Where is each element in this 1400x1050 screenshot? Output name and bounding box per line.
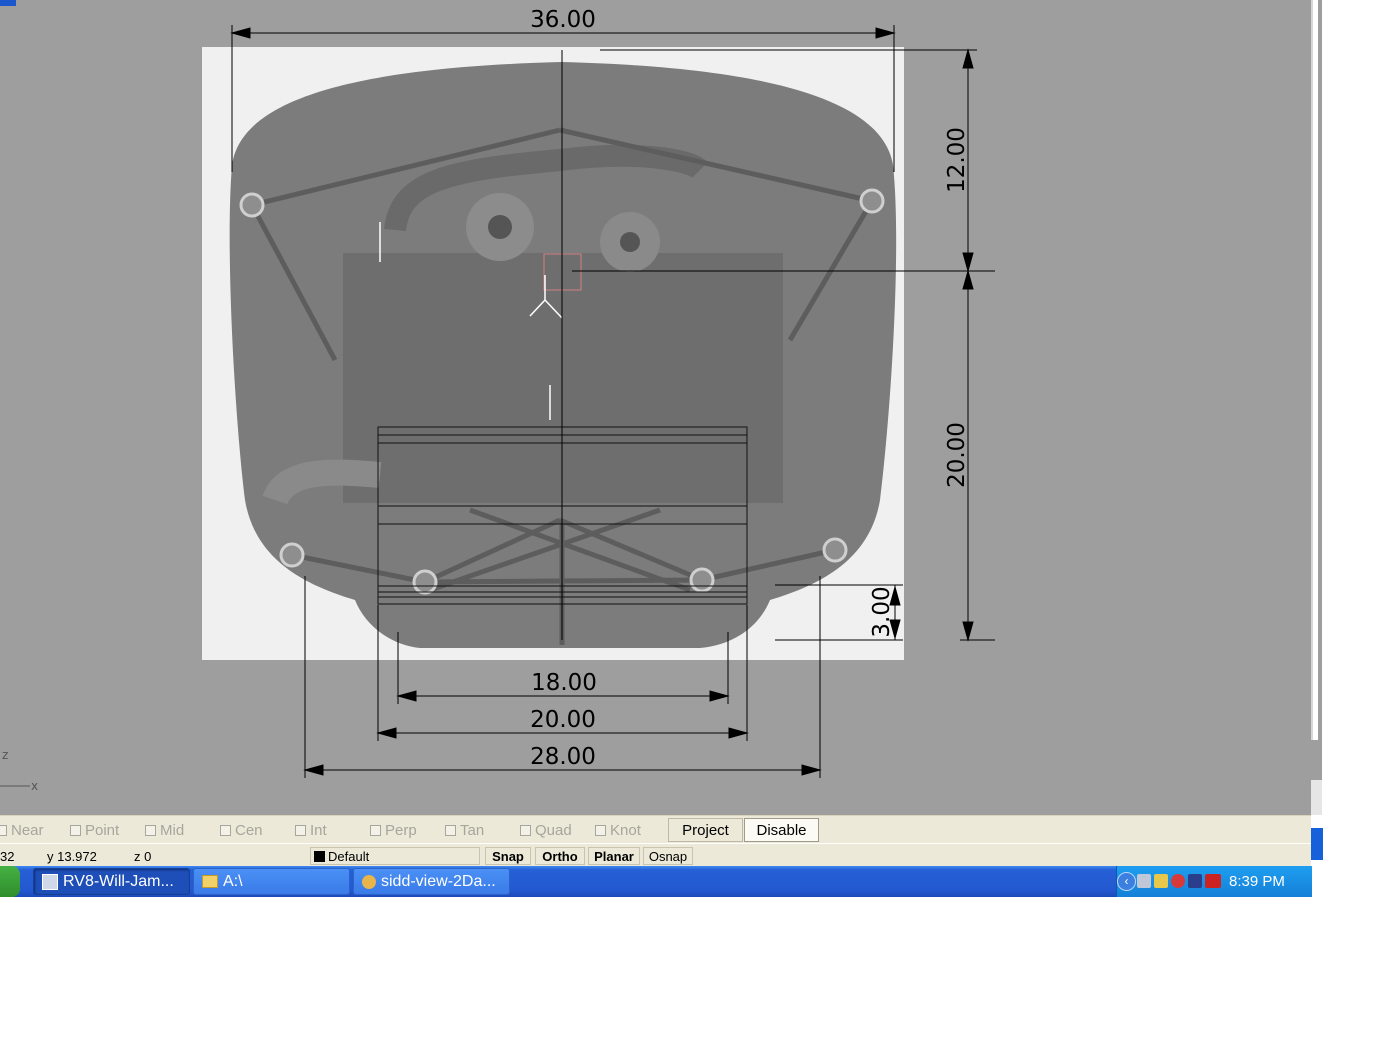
- checkbox-icon[interactable]: [0, 824, 7, 836]
- dim-text-middle: 20.00: [530, 707, 596, 733]
- dim-text-top: 36.00: [530, 7, 596, 33]
- image-viewer-icon: [362, 874, 376, 889]
- dim-text-lower-height: 20.00: [944, 422, 970, 488]
- ortho-toggle[interactable]: Ortho: [535, 847, 585, 865]
- checkbox-icon[interactable]: [295, 824, 306, 836]
- checkbox-icon[interactable]: [370, 824, 381, 836]
- side-panel-tab[interactable]: [1311, 828, 1323, 860]
- folder-icon: [202, 875, 218, 888]
- security-warning-icon[interactable]: [1154, 874, 1168, 888]
- status-z-coordinate: z 0: [134, 849, 152, 864]
- osnap-near[interactable]: Near: [0, 822, 44, 839]
- project-button[interactable]: Project: [668, 818, 743, 842]
- status-bar: 32 y 13.972 z 0 Default Snap Ortho Plana…: [0, 843, 1311, 868]
- axis-label-z: z: [2, 748, 8, 762]
- device-icon[interactable]: [1188, 874, 1202, 888]
- scrollbar-bottom: [1311, 780, 1322, 815]
- osnap-toggle[interactable]: Osnap: [643, 847, 693, 865]
- layer-color-swatch: [314, 850, 325, 862]
- drawing-viewport[interactable]: 36.00 18.00 20.00 28.00 12.00 20.00 3.00…: [0, 0, 1311, 815]
- rhino-app-icon: [42, 873, 58, 890]
- status-y-coordinate: y 13.972: [47, 849, 97, 864]
- dim-text-inner: 18.00: [531, 670, 597, 696]
- checkbox-icon[interactable]: [595, 824, 606, 836]
- ati-icon[interactable]: [1205, 874, 1221, 888]
- start-button[interactable]: [0, 866, 20, 897]
- antivirus-icon[interactable]: [1171, 874, 1185, 888]
- network-icon[interactable]: [1137, 874, 1151, 888]
- osnap-perp[interactable]: Perp: [370, 822, 417, 839]
- cad-drawing: 36.00 18.00 20.00 28.00 12.00 20.00 3.00…: [0, 7, 995, 793]
- osnap-cen[interactable]: Cen: [220, 822, 263, 839]
- system-clock: 8:39 PM: [1229, 873, 1285, 890]
- osnap-toolbar: Near Point Mid Cen Int Perp Tan Quad Kno…: [0, 815, 1311, 844]
- taskbar: RV8-Will-Jam... A:\ sidd-view-2Da... ‹ 8…: [0, 866, 1312, 897]
- checkbox-icon[interactable]: [520, 824, 531, 836]
- planar-toggle[interactable]: Planar: [588, 847, 640, 865]
- layer-pane[interactable]: Default: [310, 847, 480, 865]
- axis-label-x: x: [31, 779, 38, 793]
- checkbox-icon[interactable]: [70, 824, 81, 836]
- taskbar-button-rhino[interactable]: RV8-Will-Jam...: [33, 868, 190, 895]
- snap-toggle[interactable]: Snap: [485, 847, 531, 865]
- taskbar-button-folder[interactable]: A:\: [193, 868, 350, 895]
- dim-text-upper-height: 12.00: [944, 127, 970, 193]
- dim-text-small-height: 3.00: [869, 586, 895, 637]
- osnap-int[interactable]: Int: [295, 822, 327, 839]
- chevron-left-icon[interactable]: ‹: [1117, 872, 1136, 891]
- taskbar-button-image[interactable]: sidd-view-2Da...: [353, 868, 510, 895]
- viewport-scrollbar[interactable]: [1311, 0, 1322, 815]
- system-tray: ‹ 8:39 PM: [1116, 866, 1312, 897]
- osnap-mid[interactable]: Mid: [145, 822, 184, 839]
- osnap-quad[interactable]: Quad: [520, 822, 572, 839]
- osnap-point[interactable]: Point: [70, 822, 119, 839]
- layer-name: Default: [328, 848, 370, 864]
- status-x-coordinate: 32: [0, 849, 15, 864]
- checkbox-icon[interactable]: [145, 824, 156, 836]
- osnap-tan[interactable]: Tan: [445, 822, 484, 839]
- disable-button[interactable]: Disable: [744, 818, 819, 842]
- checkbox-icon[interactable]: [220, 824, 231, 836]
- dim-text-outer: 28.00: [530, 744, 596, 770]
- window-corner-marker: [0, 0, 16, 6]
- checkbox-icon[interactable]: [445, 824, 456, 836]
- osnap-knot[interactable]: Knot: [595, 822, 641, 839]
